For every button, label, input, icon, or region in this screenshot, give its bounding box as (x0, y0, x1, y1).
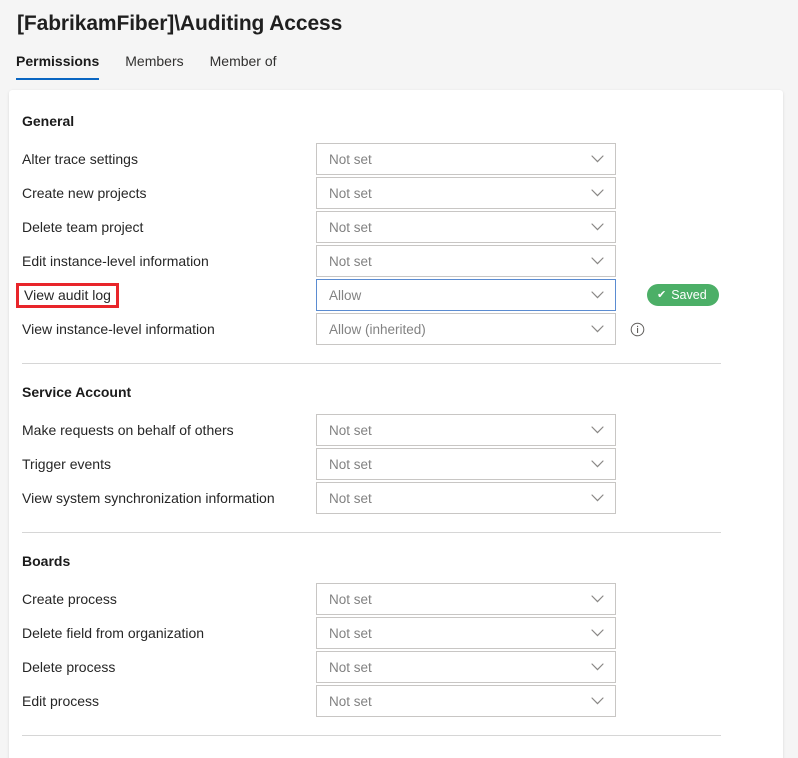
chevron-down-icon (591, 595, 604, 603)
info-icon[interactable] (630, 322, 645, 337)
permission-label: Edit instance-level information (22, 253, 209, 269)
permission-dropdown[interactable]: Not set (316, 143, 616, 175)
permission-label: Edit process (22, 693, 99, 709)
permission-row: Create new projects Not set (9, 176, 783, 210)
section-title: Boards (9, 533, 783, 582)
chevron-down-icon (591, 426, 604, 434)
permission-dropdown-value: Not set (329, 220, 372, 235)
permission-row: Delete field from organization Not set (9, 616, 783, 650)
permissions-card-content: GeneralAlter trace settingsNot setCreate… (9, 90, 783, 758)
saved-badge-label: Saved (671, 288, 706, 302)
section-title: General (9, 90, 783, 142)
section-title: Service Account (9, 364, 783, 413)
page-title: [FabrikamFiber]\Auditing Access (17, 12, 342, 36)
permission-dropdown[interactable]: Not set (316, 617, 616, 649)
permission-label: Delete process (22, 659, 115, 675)
permission-dropdown[interactable]: Not set (316, 177, 616, 209)
permission-label: View instance-level information (22, 321, 215, 337)
permission-row: View system synchronization information N… (9, 481, 783, 515)
permission-label: Create new projects (22, 185, 147, 201)
permission-row: Delete team project Not set (9, 210, 783, 244)
permission-row: Make requests on behalf of others Not set (9, 413, 783, 447)
permission-label-highlighted: View audit log (16, 283, 119, 308)
permission-dropdown[interactable]: Not set (316, 651, 616, 683)
chevron-down-icon (591, 257, 604, 265)
chevron-down-icon (591, 460, 604, 468)
permission-dropdown-value: Not set (329, 186, 372, 201)
section-general: GeneralAlter trace settingsNot setCreate… (9, 90, 783, 364)
permission-dropdown[interactable]: Not set (316, 245, 616, 277)
permission-label: Delete field from organization (22, 625, 204, 641)
permission-row: Delete process Not set (9, 650, 783, 684)
permission-dropdown[interactable]: Not set (316, 685, 616, 717)
permission-row: View instance-level information Allow (in… (9, 312, 783, 346)
chevron-down-icon (591, 697, 604, 705)
permission-label: Make requests on behalf of others (22, 422, 234, 438)
tab-label: Permissions (16, 53, 99, 69)
chevron-down-icon (591, 494, 604, 502)
permission-label: View system synchronization information (22, 490, 275, 506)
permission-dropdown-value: Not set (329, 660, 372, 675)
permission-label: Alter trace settings (22, 151, 138, 167)
permission-row: Create process Not set (9, 582, 783, 616)
tab-members[interactable]: Members (112, 53, 196, 80)
tab-label: Member of (210, 53, 277, 69)
permission-row: Edit instance-level information Not set (9, 244, 783, 278)
permission-dropdown-value: Not set (329, 254, 372, 269)
permission-dropdown-value: Not set (329, 457, 372, 472)
permission-row: View audit log Allow ✔ Saved (9, 278, 783, 312)
permission-label: Delete team project (22, 219, 143, 235)
chevron-down-icon (591, 155, 604, 163)
permission-dropdown[interactable]: Not set (316, 211, 616, 243)
check-icon: ✔ (657, 290, 666, 301)
tab-permissions[interactable]: Permissions (16, 53, 112, 80)
permission-dropdown[interactable]: Not set (316, 583, 616, 615)
permission-dropdown[interactable]: Allow (inherited) (316, 313, 616, 345)
permission-dropdown-value: Not set (329, 592, 372, 607)
permission-row: Trigger events Not set (9, 447, 783, 481)
permission-dropdown-value: Not set (329, 491, 372, 506)
section-repos: ReposAdminister workspacesNot set (9, 736, 783, 758)
permission-dropdown[interactable]: Not set (316, 448, 616, 480)
saved-status-badge: ✔ Saved (647, 284, 719, 306)
chevron-down-icon (591, 223, 604, 231)
permission-dropdown-value: Not set (329, 694, 372, 709)
permission-dropdown[interactable]: Not set (316, 414, 616, 446)
permission-row: Alter trace settings Not set (9, 142, 783, 176)
permission-dropdown-value: Allow (inherited) (329, 322, 426, 337)
permission-dropdown-value: Not set (329, 423, 372, 438)
section-title: Repos (9, 736, 783, 758)
permission-dropdown-value: Not set (329, 626, 372, 641)
permission-row: Edit process Not set (9, 684, 783, 718)
tab-member-of[interactable]: Member of (197, 53, 290, 80)
chevron-down-icon (591, 325, 604, 333)
permissions-page: [FabrikamFiber]\Auditing Access Permissi… (0, 0, 798, 758)
chevron-down-icon (591, 291, 604, 299)
chevron-down-icon (591, 629, 604, 637)
tab-bar: Permissions Members Member of (16, 53, 290, 80)
permission-dropdown-value: Allow (329, 288, 361, 303)
permission-label: Trigger events (22, 456, 111, 472)
chevron-down-icon (591, 663, 604, 671)
permissions-card: GeneralAlter trace settingsNot setCreate… (9, 90, 783, 758)
tab-label: Members (125, 53, 183, 69)
permission-label: Create process (22, 591, 117, 607)
section-service-account: Service AccountMake requests on behalf o… (9, 364, 783, 533)
chevron-down-icon (591, 189, 604, 197)
permission-dropdown-value: Not set (329, 152, 372, 167)
permission-dropdown[interactable]: Allow (316, 279, 616, 311)
section-boards: BoardsCreate processNot setDelete field … (9, 533, 783, 736)
permission-dropdown[interactable]: Not set (316, 482, 616, 514)
